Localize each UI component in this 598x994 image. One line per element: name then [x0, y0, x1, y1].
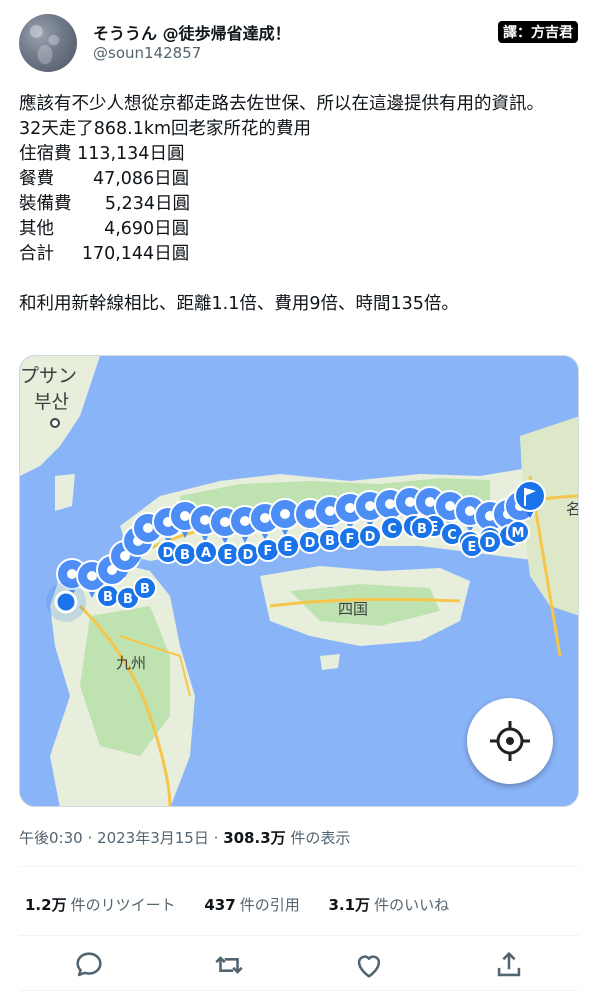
- divider: [19, 990, 579, 991]
- svg-text:F: F: [346, 532, 355, 547]
- divider: [19, 866, 579, 867]
- share-icon: [497, 951, 521, 977]
- reply-button[interactable]: [72, 948, 106, 982]
- reply-icon: [76, 952, 102, 977]
- svg-text:B: B: [180, 548, 190, 563]
- route-pin-label: D: [358, 524, 382, 548]
- tweet-time[interactable]: 午後0:30: [19, 829, 83, 847]
- meta-separator: ·: [213, 829, 219, 847]
- svg-text:D: D: [305, 536, 316, 551]
- cost-label: 住宿費: [19, 144, 72, 164]
- tweet: そううん @徒歩帰省達成！ @soun142857 譯：方吉君 應該有不少人想從…: [0, 0, 598, 994]
- svg-text:D: D: [485, 536, 496, 551]
- view-count: 308.3万: [223, 829, 286, 847]
- cost-value: 170,144日圓: [81, 244, 190, 264]
- cost-row: 餐費 47,086日圓: [19, 167, 584, 192]
- text-line: 應該有不少人想從京都走路去佐世保、所以在這邊提供有用的資訊。: [19, 94, 544, 114]
- share-button[interactable]: [492, 948, 526, 982]
- busan-dot: [50, 418, 60, 428]
- like-icon: [357, 955, 381, 978]
- svg-text:E: E: [224, 548, 233, 563]
- text-line: 32天走了868.1km回老家所花的費用: [19, 119, 312, 139]
- route-pin-label: D: [236, 542, 260, 566]
- cost-value: 4,690日圓: [104, 219, 190, 239]
- svg-text:D: D: [163, 546, 174, 561]
- route-pin-label: B: [318, 528, 342, 552]
- meta-separator: ·: [87, 829, 93, 847]
- route-pin-label: F: [338, 526, 362, 550]
- svg-text:E: E: [468, 540, 477, 555]
- quote-stat[interactable]: 437 件の引用: [204, 896, 299, 914]
- route-pin-label: B: [173, 542, 197, 566]
- svg-text:F: F: [264, 544, 273, 559]
- tweet-meta: 午後0:30 · 2023年3月15日 · 308.3万 件の表示: [19, 827, 350, 848]
- view-label: 件の表示: [290, 829, 351, 847]
- cost-value: 113,134日圓: [77, 144, 185, 164]
- route-pin-label: M: [506, 520, 530, 544]
- route-pin-label: F: [256, 538, 280, 562]
- svg-text:M: M: [512, 526, 525, 541]
- cost-label: 裝備費: [19, 194, 72, 214]
- route-pin-label: E: [216, 542, 240, 566]
- cost-label: 合計: [19, 244, 54, 264]
- like-count: 3.1万: [328, 896, 371, 914]
- route-pin-label: B: [133, 576, 157, 600]
- crosshair-icon: [490, 721, 530, 761]
- route-pin-label: E: [276, 534, 300, 558]
- display-name[interactable]: そううん @徒歩帰省達成！: [93, 20, 291, 44]
- quote-count: 437: [204, 896, 236, 914]
- tweet-text: 應該有不少人想從京都走路去佐世保、所以在這邊提供有用的資訊。 32天走了868.…: [19, 92, 584, 317]
- retweet-stat[interactable]: 1.2万 件のリツイート: [25, 896, 176, 914]
- like-stat[interactable]: 3.1万 件のいいね: [328, 896, 449, 914]
- handle[interactable]: @soun142857: [93, 44, 201, 62]
- svg-text:C: C: [387, 522, 397, 537]
- cost-label: 其他: [19, 219, 54, 239]
- engagement-stats: 1.2万 件のリツイート 437 件の引用 3.1万 件のいいね: [25, 894, 473, 915]
- retweet-button[interactable]: [212, 948, 246, 982]
- cost-row: 住宿費 113,134日圓: [19, 142, 584, 167]
- map-label-kyushu: 九州: [116, 654, 146, 672]
- action-bar: [0, 948, 598, 982]
- svg-text:D: D: [365, 530, 376, 545]
- route-pin-label: B: [96, 584, 120, 608]
- avatar[interactable]: [19, 14, 77, 72]
- map-label-busan-kana: プサン: [20, 365, 77, 387]
- svg-text:D: D: [243, 548, 254, 563]
- like-button[interactable]: [352, 948, 386, 982]
- svg-text:E: E: [284, 540, 293, 555]
- svg-text:B: B: [325, 534, 335, 549]
- map-label-edge: 名: [566, 500, 579, 518]
- tweet-date[interactable]: 2023年3月15日: [97, 829, 209, 847]
- locate-button[interactable]: [467, 698, 553, 784]
- current-location-dot: [54, 590, 78, 614]
- svg-text:B: B: [140, 582, 150, 597]
- cost-value: 5,234日圓: [104, 194, 190, 214]
- cost-value: 47,086日圓: [92, 169, 190, 189]
- map-label-shikoku: 四国: [338, 600, 368, 618]
- svg-text:B: B: [103, 590, 113, 605]
- route-pin-label: D: [478, 530, 502, 554]
- svg-text:A: A: [201, 546, 211, 561]
- cost-label: 餐費: [19, 169, 54, 189]
- route-pin-label: C: [380, 516, 404, 540]
- cost-row: 裝備費 5,234日圓: [19, 192, 584, 217]
- map-label-busan-hangul: 부산: [34, 391, 69, 413]
- quote-label: 件の引用: [239, 896, 300, 914]
- cost-row: 其他 4,690日圓: [19, 217, 584, 242]
- route-pin-label: B: [410, 516, 434, 540]
- retweet-icon: [215, 956, 243, 974]
- divider: [19, 935, 579, 936]
- map-image[interactable]: プサン 부산 九州 四国 名 BBBDBAEDFEDBFDCFECBFCBEDM: [19, 355, 579, 807]
- route-pin-label: A: [194, 540, 218, 564]
- translator-badge: 譯：方吉君: [498, 21, 578, 43]
- cost-row: 合計 170,144日圓: [19, 242, 584, 267]
- svg-text:B: B: [123, 592, 133, 607]
- like-label: 件のいいね: [374, 896, 450, 914]
- retweet-label: 件のリツイート: [70, 896, 176, 914]
- retweet-count: 1.2万: [25, 896, 67, 914]
- svg-text:C: C: [447, 528, 457, 543]
- route-pin-label: D: [298, 530, 322, 554]
- text-line: 和利用新幹線相比、距離1.1倍、費用9倍、時間135倍。: [19, 294, 459, 314]
- svg-text:B: B: [417, 522, 427, 537]
